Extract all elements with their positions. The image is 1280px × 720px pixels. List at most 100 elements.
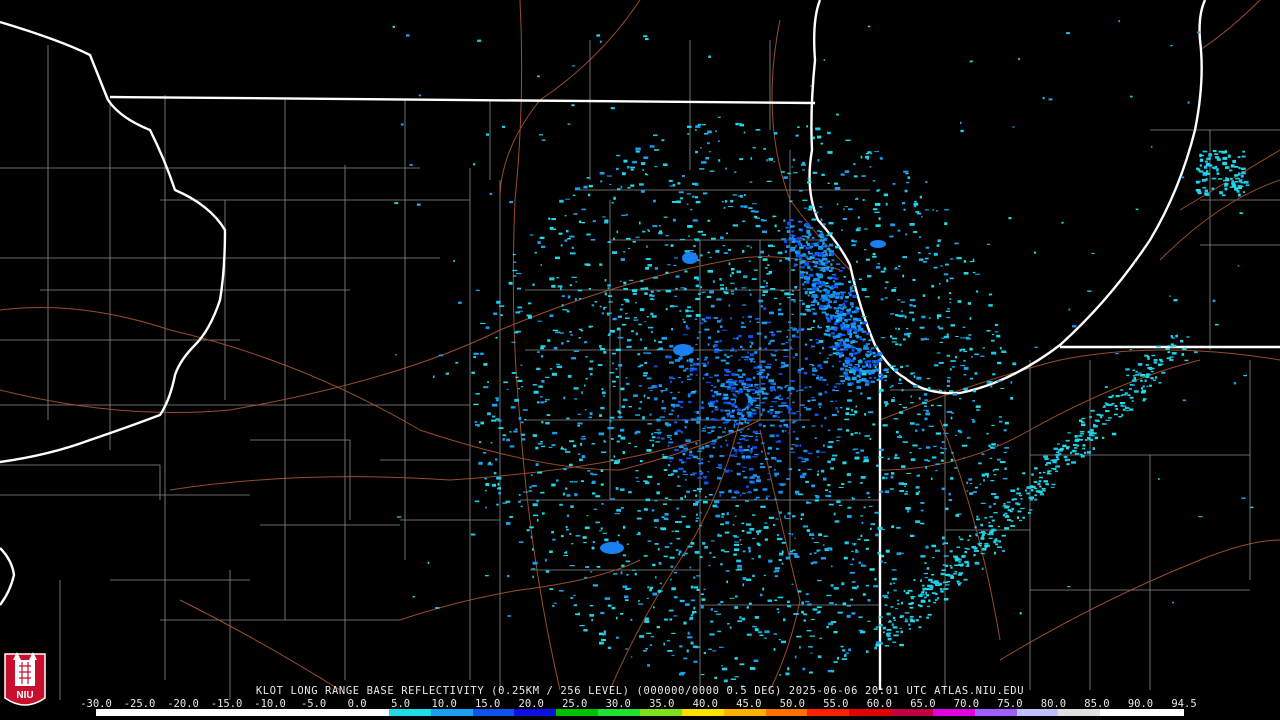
echo-pixel — [642, 374, 647, 377]
echo-pixel — [819, 298, 823, 300]
echo-pixel — [695, 500, 700, 504]
echo-pixel — [687, 225, 693, 228]
echo-pixel — [767, 264, 770, 266]
echo-pixel — [926, 594, 930, 597]
echo-pixel — [741, 522, 745, 525]
echo-pixel — [625, 377, 628, 379]
echo-pixel — [541, 355, 544, 358]
echo-pixel — [827, 276, 832, 279]
echo-pixel — [968, 334, 972, 336]
echo-pixel — [761, 442, 765, 444]
echo-pixel — [649, 439, 655, 442]
echo-pixel — [698, 331, 702, 333]
echo-pixel — [742, 550, 746, 553]
echo-pixel — [736, 270, 742, 274]
echo-pixel — [760, 369, 766, 372]
echo-pixel — [751, 392, 756, 394]
colorbar-swatch — [137, 709, 180, 716]
echo-pixel — [769, 406, 774, 408]
echo-pixel — [646, 245, 648, 248]
echo-pixel — [699, 512, 702, 514]
echo-pixel — [816, 450, 820, 453]
echo-pixel — [1035, 490, 1041, 493]
echo-pixel — [827, 182, 830, 184]
echo-pixel — [1051, 483, 1056, 486]
echo-pixel — [599, 263, 603, 266]
echo-pixel — [959, 349, 962, 352]
echo-pixel — [707, 471, 710, 473]
echo-pixel — [647, 475, 653, 478]
echo-pixel — [927, 387, 931, 391]
echo-pixel — [665, 308, 668, 311]
echo-pixel — [741, 452, 743, 454]
echo-pixel — [532, 548, 534, 551]
echo-pixel — [918, 474, 920, 477]
echo-pixel — [838, 504, 843, 506]
echo-pixel — [840, 173, 845, 176]
echo-pixel — [874, 578, 877, 581]
echo-pixel — [818, 326, 823, 329]
echo-pixel — [759, 300, 764, 302]
echo-pixel — [475, 393, 480, 395]
echo-pixel — [620, 507, 624, 509]
echo-pixel — [758, 347, 762, 350]
echo-pixel — [647, 540, 652, 542]
echo-pixel — [532, 561, 538, 565]
echo-pixel — [1105, 419, 1111, 421]
echo-pixel — [811, 399, 816, 401]
echo-pixel — [741, 382, 747, 386]
echo-pixel — [1182, 399, 1187, 402]
echo-pixel — [1010, 381, 1013, 384]
echo-pixel — [830, 263, 833, 266]
echo-pixel — [826, 248, 830, 251]
echo-pixel — [920, 338, 925, 341]
echo-pixel — [781, 562, 784, 565]
echo-pixel — [1169, 356, 1174, 358]
echo-pixel — [560, 244, 563, 247]
echo-pixel — [899, 627, 902, 629]
echo-pixel — [708, 404, 715, 407]
echo-pixel — [488, 461, 491, 464]
echo-pixel — [992, 373, 996, 376]
echo-pixel — [670, 403, 676, 407]
echo-pixel — [769, 424, 775, 427]
echo-pixel — [716, 298, 722, 301]
echo-pixel — [805, 276, 809, 281]
echo-pixel — [828, 441, 834, 444]
echo-pixel — [699, 406, 705, 410]
echo-pixel — [578, 612, 580, 616]
echo-pixel — [1055, 455, 1059, 459]
echo-pixel — [1145, 376, 1150, 378]
echo-pixel — [506, 522, 511, 525]
echo-pixel — [805, 262, 810, 265]
echo-pixel — [812, 254, 816, 258]
echo-pixel — [924, 562, 927, 565]
echo-pixel — [811, 283, 816, 287]
echo-pixel — [946, 410, 953, 413]
echo-pixel — [734, 419, 737, 423]
echo-pixel — [632, 160, 637, 164]
echo-pixel — [499, 305, 505, 307]
echo-pixel — [714, 676, 718, 680]
echo-pixel — [988, 304, 993, 307]
echo-pixel — [1004, 467, 1007, 470]
echo-pixel — [963, 366, 969, 370]
echo-pixel — [578, 298, 582, 300]
echo-pixel — [677, 414, 680, 418]
echo-pixel — [897, 299, 901, 301]
echo-pixel — [902, 274, 905, 278]
echo-pixel — [788, 468, 793, 471]
echo-pixel — [994, 331, 999, 333]
echo-pixel — [836, 294, 840, 297]
echo-pixel — [1173, 299, 1178, 302]
echo-pixel — [831, 414, 837, 417]
echo-pixel — [696, 337, 699, 340]
echo-pixel — [565, 451, 571, 453]
echo-pixel — [835, 245, 840, 249]
echo-pixel — [734, 515, 737, 517]
echo-pixel — [746, 523, 752, 526]
echo-pixel — [638, 323, 642, 326]
echo-pixel — [702, 192, 708, 195]
echo-pixel — [531, 484, 537, 487]
echo-pixel — [807, 399, 811, 402]
